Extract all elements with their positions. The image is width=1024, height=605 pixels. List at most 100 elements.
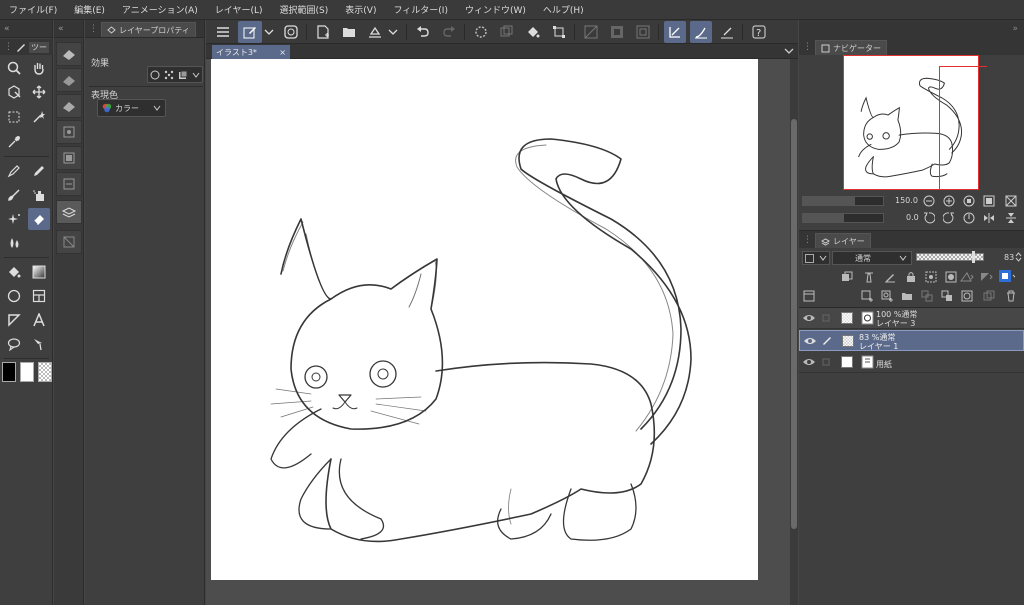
transparent-color-swatch[interactable] [38, 362, 52, 382]
pencil-tool[interactable] [28, 160, 50, 182]
apply-mask-button[interactable] [981, 288, 997, 304]
scrollbar-thumb[interactable] [791, 119, 797, 529]
eye-icon[interactable] [802, 311, 816, 325]
layer-color-button[interactable] [979, 269, 995, 285]
canvas-area[interactable] [206, 59, 790, 605]
move-tool[interactable] [28, 81, 50, 103]
clip-studio-button[interactable] [280, 21, 302, 43]
document-tab[interactable]: イラスト3* × [212, 45, 290, 59]
rotate-right-button[interactable] [941, 210, 957, 226]
transfer-to-lower-layer-button[interactable] [919, 288, 935, 304]
new-canvas-button[interactable] [238, 21, 262, 43]
menu-window[interactable]: ウィンドウ(W) [456, 3, 534, 16]
undo-button[interactable] [412, 21, 434, 43]
rotate-left-button[interactable] [921, 210, 937, 226]
menu-button[interactable] [212, 21, 234, 43]
snap-to-special-ruler-button[interactable] [690, 21, 712, 43]
main-color-swatch[interactable] [2, 362, 16, 382]
operation-tool[interactable] [3, 81, 25, 103]
new-vector-layer-button[interactable] [879, 288, 895, 304]
ruler-range-button[interactable] [959, 269, 975, 285]
sub-tool-add[interactable] [56, 230, 82, 254]
new-folder-button[interactable] [899, 288, 915, 304]
zoom-tool[interactable] [3, 57, 25, 79]
layer-lock-slot-icon[interactable] [820, 312, 832, 326]
menu-layer[interactable]: レイヤー(L) [206, 3, 271, 16]
help-button[interactable]: ? [748, 21, 770, 43]
auto-select-tool[interactable] [28, 106, 50, 128]
menu-edit[interactable]: 編集(E) [65, 3, 113, 16]
lock-transparent-button[interactable] [923, 269, 939, 285]
fit-window-button[interactable] [981, 193, 997, 209]
fit-navigator-button[interactable] [1003, 193, 1019, 209]
loading-button[interactable] [470, 21, 492, 43]
effect-selector[interactable] [147, 66, 203, 83]
navigator-tab[interactable]: ナビゲーター [815, 40, 887, 55]
navigator-preview[interactable] [843, 55, 979, 190]
eye-icon[interactable] [802, 355, 816, 369]
balloon-tool[interactable] [3, 333, 25, 355]
tool-tab[interactable]: ⋮ ツー [0, 39, 53, 55]
zoom-out-button[interactable] [921, 193, 937, 209]
layer-row[interactable]: 用紙 [799, 352, 1024, 373]
delete-layer-button[interactable] [1003, 288, 1019, 304]
ruler-tool[interactable] [3, 309, 25, 331]
close-icon[interactable]: × [279, 48, 286, 57]
eyedropper-tool[interactable] [3, 131, 25, 153]
open-file-button[interactable] [338, 21, 360, 43]
draft-layer-button[interactable] [882, 269, 898, 285]
expression-color-dropdown[interactable]: カラー [97, 99, 166, 117]
fill-tool[interactable] [3, 261, 25, 283]
layer-panel-menu-button[interactable] [801, 288, 817, 304]
correct-line-tool[interactable] [28, 333, 50, 355]
figure-tool[interactable] [3, 285, 25, 307]
layer-color-dropdown[interactable] [802, 251, 830, 265]
chevron-down-icon[interactable] [784, 47, 794, 55]
sub-tool-eraser-ref[interactable] [56, 172, 82, 196]
sub-color-swatch[interactable] [20, 362, 34, 382]
selection-tool[interactable] [3, 106, 25, 128]
redo-button[interactable] [438, 21, 460, 43]
canvas-paper[interactable] [211, 59, 758, 580]
zoom-slider[interactable] [802, 196, 884, 206]
enable-mask-button[interactable] [943, 269, 959, 285]
pen-tool[interactable] [3, 160, 25, 182]
rotation-slider[interactable] [802, 213, 884, 223]
opacity-slider-thumb[interactable] [972, 251, 975, 263]
spinner-arrows-icon[interactable] [1015, 252, 1022, 262]
canvas-menu-dropdown[interactable] [262, 21, 276, 43]
menu-animation[interactable]: アニメーション(A) [113, 3, 206, 16]
opacity-slider[interactable] [916, 251, 984, 263]
blend-mode-dropdown[interactable]: 通常 [832, 251, 912, 265]
reset-rotation-button[interactable] [961, 210, 977, 226]
eraser-tool[interactable] [28, 208, 50, 230]
collapse-icon[interactable]: « [4, 24, 10, 34]
menu-view[interactable]: 表示(V) [336, 3, 384, 16]
menu-help[interactable]: ヘルプ(H) [534, 3, 592, 16]
sub-view-color-button[interactable] [999, 269, 1015, 285]
clip-to-layer-below-button[interactable] [839, 269, 855, 285]
text-tool[interactable] [28, 309, 50, 331]
brush-tool[interactable] [3, 184, 25, 206]
flip-vertical-button[interactable] [1003, 210, 1019, 226]
gradient-tool[interactable] [28, 261, 50, 283]
frame-tool[interactable] [28, 285, 50, 307]
new-raster-layer-button[interactable] [859, 288, 875, 304]
layer-row-selected[interactable]: 83 %通常 レイヤー 1 [799, 330, 1024, 351]
layer-row[interactable]: 100 %通常 レイヤー 3 [799, 308, 1024, 329]
snap-to-ruler-button[interactable] [664, 21, 686, 43]
menu-file[interactable]: ファイル(F) [0, 3, 65, 16]
create-mask-button[interactable] [959, 288, 975, 304]
transform-button[interactable] [548, 21, 570, 43]
fill-button[interactable] [522, 21, 544, 43]
sub-tool-eraser-all[interactable] [56, 146, 82, 170]
layer-property-tab[interactable]: レイヤープロパティ [101, 22, 196, 37]
expand-selection-button[interactable] [632, 21, 654, 43]
blend-tool[interactable] [3, 232, 25, 254]
zoom-in-button[interactable] [941, 193, 957, 209]
reference-layer-button[interactable] [861, 269, 877, 285]
copy-button[interactable] [496, 21, 518, 43]
snap-to-grid-button[interactable] [716, 21, 738, 43]
new-file-button[interactable] [312, 21, 334, 43]
layer-lock-slot-icon[interactable] [820, 356, 832, 370]
